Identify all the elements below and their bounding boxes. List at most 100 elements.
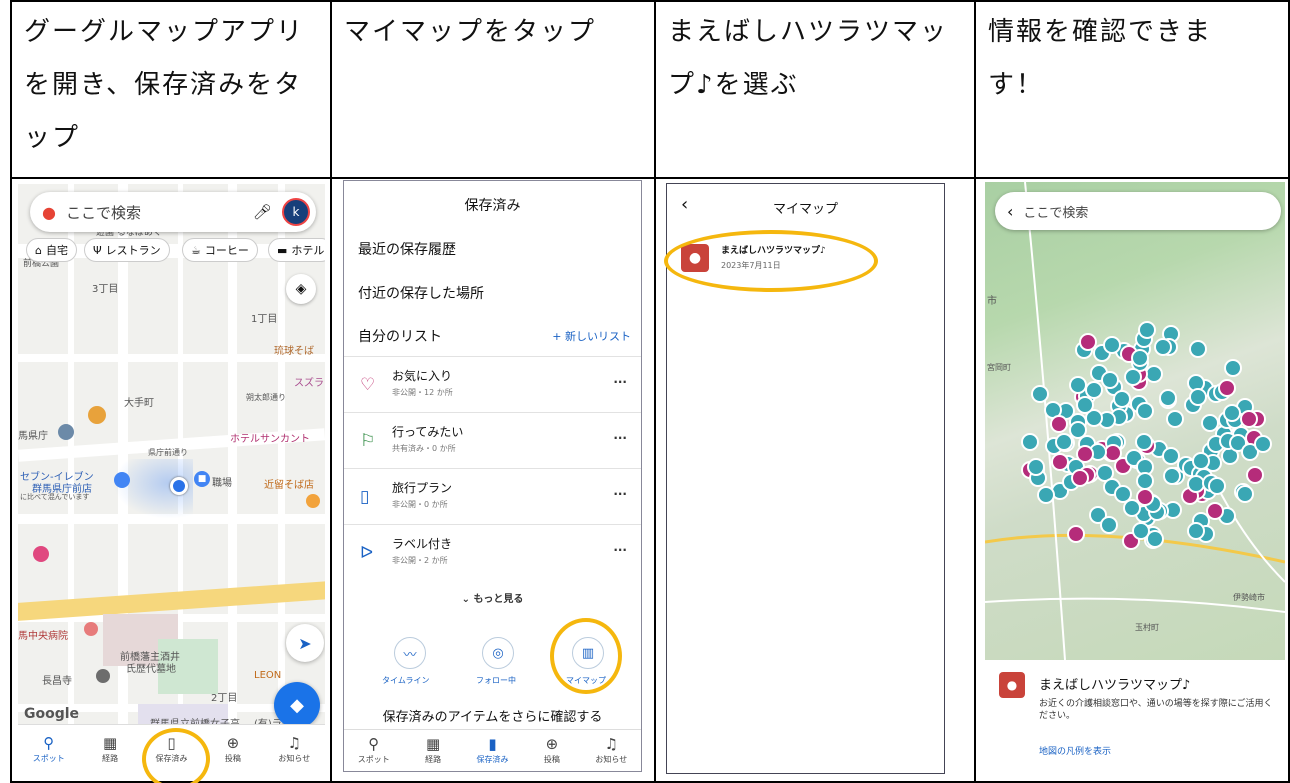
chip-home[interactable]: ⌂ 自宅	[26, 238, 77, 262]
map-marker-icon[interactable]	[1031, 385, 1049, 403]
map-marker-icon[interactable]	[1206, 502, 1224, 520]
add-circle-icon: ⊕	[226, 734, 240, 752]
map-marker-icon[interactable]	[1051, 453, 1069, 471]
home-icon: ⌂	[35, 243, 42, 257]
map-marker-icon[interactable]	[1154, 338, 1172, 356]
timeline-button[interactable]: 〰	[394, 637, 426, 669]
map-marker-icon[interactable]	[1037, 486, 1055, 504]
map-marker-icon[interactable]	[1076, 445, 1094, 463]
nav-notifications[interactable]: ♫ お知らせ	[582, 730, 641, 771]
map-marker-icon[interactable]	[1224, 359, 1242, 377]
map-marker-icon[interactable]	[1136, 402, 1154, 420]
nav-label: 投稿	[224, 754, 241, 763]
terrain-map[interactable]: 市 宮岡町 伊勢崎市 玉村町	[985, 182, 1285, 660]
avatar[interactable]: k	[282, 198, 310, 226]
nav-route[interactable]: ▦ 経路	[79, 725, 140, 774]
map-marker-icon[interactable]	[1208, 477, 1226, 495]
map-marker-icon[interactable]	[1132, 522, 1150, 540]
map-description: お近くの介護相談窓口や、通いの場等を探す際にご活用ください。	[1039, 699, 1273, 721]
map-marker-icon[interactable]	[1131, 349, 1149, 367]
map-label: LEON	[254, 670, 282, 681]
map-marker-icon[interactable]	[1067, 525, 1085, 543]
map-canvas[interactable]: ■ 遊園 るなぱあく 前橋公園 3丁目 1丁目 琉球そば スズラ 大手町 朔太郎…	[18, 184, 325, 774]
map-marker-icon[interactable]	[1136, 488, 1154, 506]
more-options-icon[interactable]: ···	[613, 543, 627, 557]
map-marker-icon[interactable]	[1166, 410, 1184, 428]
search-bar[interactable]: ‹ ここで検索	[995, 192, 1281, 230]
recent-saves-link[interactable]: 最近の保存履歴	[358, 239, 456, 259]
nav-saved[interactable]: ▮ 保存済み	[463, 730, 522, 771]
map-marker-icon[interactable]	[1254, 435, 1272, 453]
map-marker-icon[interactable]	[1100, 516, 1118, 534]
search-input[interactable]: ここで検索	[1023, 202, 1088, 221]
explore-saved-text[interactable]: 保存済みのアイテムをさらに確認する	[344, 706, 641, 725]
nav-spot[interactable]: ⚲ スポット	[344, 730, 403, 771]
map-marker-icon[interactable]	[1189, 340, 1207, 358]
legend-link[interactable]: 地図の凡例を表示	[1039, 744, 1111, 757]
nav-spot[interactable]: ⚲ スポット	[18, 725, 79, 774]
list-name: 行ってみたい	[392, 425, 464, 439]
nav-post[interactable]: ⊕ 投稿	[522, 730, 581, 771]
directions-button[interactable]: ◆	[274, 682, 320, 728]
search-input[interactable]: ここで検索	[66, 202, 253, 223]
map-marker-icon[interactable]	[1027, 458, 1045, 476]
map-marker-icon[interactable]	[1159, 389, 1177, 407]
map-marker-icon[interactable]	[1114, 485, 1132, 503]
more-options-icon[interactable]: ···	[613, 431, 627, 445]
my-location-button[interactable]: ➤	[286, 624, 324, 662]
map-marker-icon[interactable]	[1223, 404, 1241, 422]
map-marker-icon[interactable]	[1071, 469, 1089, 487]
nearby-saves-link[interactable]: 付近の保存した場所	[358, 283, 484, 303]
map-marker-icon[interactable]	[1246, 466, 1264, 484]
following-button[interactable]: ◎	[482, 637, 514, 669]
map-marker-icon[interactable]	[1124, 368, 1142, 386]
map-marker-icon[interactable]	[1113, 390, 1131, 408]
chip-coffee[interactable]: ☕︎ コーヒー	[182, 238, 258, 262]
header-4-line-1: 情報を確認できま	[988, 17, 1213, 47]
show-more-button[interactable]: ⌄ もっと見る	[344, 590, 641, 605]
back-arrow-icon[interactable]: ‹	[1007, 202, 1013, 221]
more-options-icon[interactable]: ···	[613, 487, 627, 501]
map-marker-icon[interactable]	[1076, 396, 1094, 414]
map-marker-icon[interactable]	[1055, 433, 1073, 451]
bell-icon: ♫	[287, 734, 302, 752]
map-label: ホテルサンカント	[230, 434, 310, 445]
microphone-icon[interactable]: 🎤︎	[253, 203, 272, 221]
nav-label: 経路	[425, 755, 442, 764]
chip-restaurant[interactable]: Ψ レストラン	[84, 238, 170, 262]
map-marker-icon[interactable]	[1240, 410, 1258, 428]
map-marker-icon[interactable]	[1218, 379, 1236, 397]
search-bar[interactable]: ● ここで検索 🎤︎ k	[30, 192, 316, 232]
map-marker-icon[interactable]	[1163, 467, 1181, 485]
new-list-button[interactable]: + 新しいリスト	[552, 328, 631, 344]
map-marker-icon[interactable]	[1189, 388, 1207, 406]
place-pin-icon-2	[58, 424, 74, 440]
nav-label: 投稿	[543, 755, 560, 764]
map-marker-icon[interactable]	[1187, 522, 1205, 540]
map-label: 玉村町	[1135, 623, 1159, 632]
phone-google-maps: ■ 遊園 るなぱあく 前橋公園 3丁目 1丁目 琉球そば スズラ 大手町 朔太郎…	[18, 184, 325, 774]
highlight-ring-map-item	[664, 230, 878, 292]
nav-notifications[interactable]: ♫ お知らせ	[264, 725, 325, 774]
map-marker-icon[interactable]	[1236, 485, 1254, 503]
list-meta: 非公開・0 か所	[392, 500, 448, 509]
list-item[interactable]: ▯ 旅行プラン 非公開・0 か所 ···	[344, 468, 641, 524]
map-marker-icon[interactable]	[1050, 415, 1068, 433]
location-pin-icon: ⚲	[368, 735, 380, 753]
nav-post[interactable]: ⊕ 投稿	[202, 725, 263, 774]
bus-icon: ▦	[103, 734, 118, 752]
list-item[interactable]: ♡ お気に入り 非公開・12 か所 ···	[344, 356, 641, 412]
map-marker-icon[interactable]	[1101, 371, 1119, 389]
map-marker-icon[interactable]	[1135, 433, 1153, 451]
list-item[interactable]: ᐅ ラベル付き 非公開・2 か所 ···	[344, 524, 641, 580]
list-item[interactable]: ⚐ 行ってみたい 共有済み・0 か所 ···	[344, 412, 641, 468]
map-marker-icon[interactable]	[1201, 414, 1219, 432]
layers-button[interactable]: ◈	[286, 274, 316, 304]
chip-hotel[interactable]: ▬ ホテル	[268, 238, 325, 262]
map-marker-icon[interactable]	[1103, 336, 1121, 354]
more-options-icon[interactable]: ···	[613, 375, 627, 389]
map-marker-icon[interactable]	[1021, 433, 1039, 451]
map-marker-icon[interactable]	[1138, 321, 1156, 339]
nav-route[interactable]: ▦ 経路	[403, 730, 462, 771]
list-meta: 共有済み・0 か所	[392, 444, 456, 453]
